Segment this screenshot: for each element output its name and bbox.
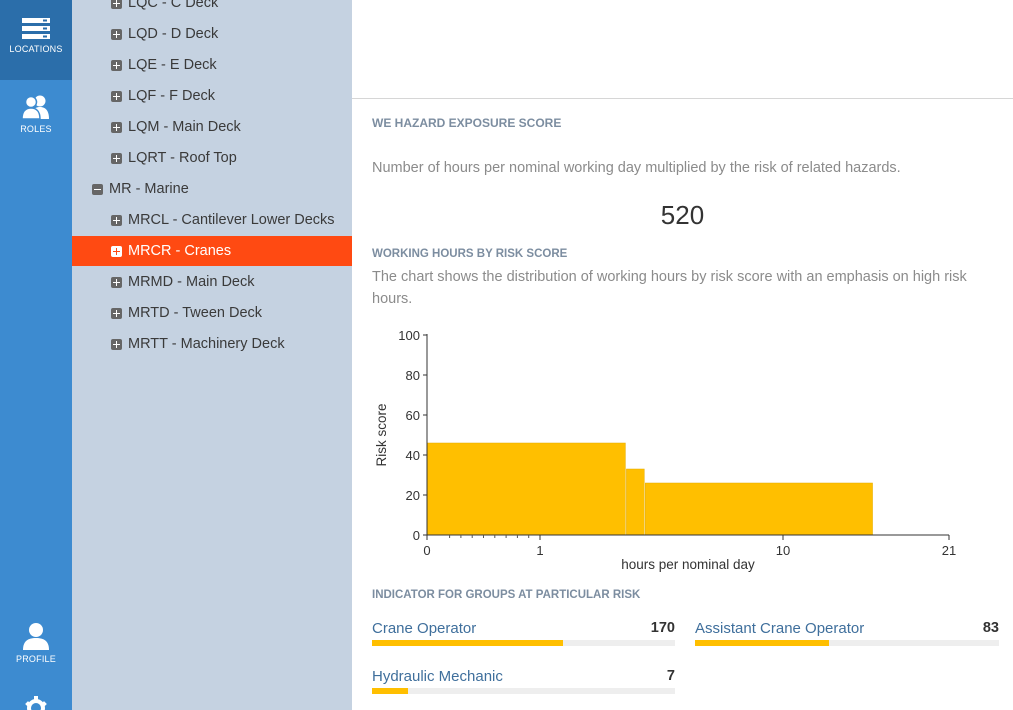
tree-item[interactable]: LQM - Main Deck <box>72 112 352 142</box>
x-tick-label: 10 <box>776 543 790 558</box>
gear-icon <box>25 696 47 710</box>
risk-group-bar <box>372 640 675 646</box>
risk-group-name[interactable]: Assistant Crane Operator <box>695 620 864 637</box>
risk-group-assistant-crane-operator[interactable]: Assistant Crane Operator 83 <box>695 620 999 650</box>
nav-roles-label: ROLES <box>20 124 52 134</box>
risk-group-value: 83 <box>982 620 999 636</box>
risk-group-name[interactable]: Crane Operator <box>372 620 476 637</box>
tree-item[interactable]: LQD - D Deck <box>72 19 352 49</box>
expand-icon[interactable] <box>111 28 122 40</box>
users-icon <box>21 95 49 120</box>
tree-item-label: MRCR - Cranes <box>128 243 232 259</box>
tree-item-label: LQRT - Roof Top <box>128 150 237 166</box>
indicator-title: INDICATOR FOR GROUPS AT PARTICULAR RISK <box>372 589 641 601</box>
tree-item[interactable]: MR - Marine <box>72 174 352 204</box>
risk-group-name[interactable]: Hydraulic Mechanic <box>372 668 503 685</box>
tree-item[interactable]: LQRT - Roof Top <box>72 143 352 173</box>
expand-icon[interactable] <box>111 245 122 257</box>
expand-icon[interactable] <box>111 121 122 133</box>
risk-group-bar-fill <box>372 640 563 646</box>
tree-item[interactable]: LQF - F Deck <box>72 81 352 111</box>
x-axis-label: hours per nominal day <box>621 557 755 572</box>
expand-icon[interactable] <box>111 90 122 102</box>
risk-group-hydraulic-mechanic[interactable]: Hydraulic Mechanic 7 <box>372 668 675 698</box>
expand-icon[interactable] <box>111 214 122 226</box>
server-stack-icon <box>22 18 50 39</box>
header-divider <box>352 98 1013 99</box>
risk-group-crane-operator[interactable]: Crane Operator 170 <box>372 620 675 650</box>
tree-item-label: MRMD - Main Deck <box>128 274 255 290</box>
tree-item[interactable]: MRCL - Cantilever Lower Decks <box>72 205 352 235</box>
risk-chart: 0 20 40 60 80 100 0 1 10 21 hours per nominal day R… <box>374 328 956 572</box>
nav-locations[interactable]: LOCATIONS <box>0 0 72 80</box>
y-tick-label: 0 <box>413 528 420 543</box>
nav-roles[interactable]: ROLES <box>0 94 72 144</box>
nav-profile-label: PROFILE <box>16 654 56 664</box>
x-tick-label: 0 <box>423 543 430 558</box>
risk-group-bar-fill <box>372 688 409 694</box>
tree-item-label: LQM - Main Deck <box>128 119 241 135</box>
tree-item-label: MR - Marine <box>109 181 189 197</box>
exposure-description: Number of hours per nominal working day … <box>372 160 901 176</box>
x-tick-label: 21 <box>942 543 956 558</box>
tree-item[interactable]: LQC - C Deck <box>72 0 352 18</box>
tree-item-label: LQC - C Deck <box>128 0 219 11</box>
expand-icon[interactable] <box>111 59 122 71</box>
y-tick-label: 20 <box>406 488 420 503</box>
chart-bar <box>645 482 873 536</box>
expand-icon[interactable] <box>111 307 122 319</box>
tree-item[interactable]: MRCR - Cranes <box>72 236 352 266</box>
tree-item[interactable]: MRMD - Main Deck <box>72 267 352 297</box>
tree-item[interactable]: MRTT - Machinery Deck <box>72 329 352 359</box>
risk-group-bar-fill <box>695 640 829 646</box>
main-content: WE HAZARD EXPOSURE SCORE Number of hours… <box>352 0 1013 710</box>
y-tick-label: 100 <box>398 328 420 343</box>
expand-icon[interactable] <box>111 152 122 164</box>
working-hours-description: The chart shows the distribution of work… <box>372 269 967 307</box>
expand-icon[interactable] <box>111 276 122 288</box>
tree-item-label: MRCL - Cantilever Lower Decks <box>128 212 335 228</box>
y-tick-label: 40 <box>406 448 420 463</box>
nav-rail: LOCATIONS ROLES PROFILE <box>0 0 72 710</box>
user-icon <box>23 623 49 650</box>
exposure-score: 520 <box>660 200 705 230</box>
risk-group-bar <box>372 688 675 694</box>
y-axis-label: Risk score <box>374 403 389 466</box>
risk-group-value: 7 <box>666 668 675 684</box>
expand-icon[interactable] <box>111 338 122 350</box>
exposure-title: WE HAZARD EXPOSURE SCORE <box>372 116 562 130</box>
expand-icon[interactable] <box>111 0 122 9</box>
y-tick-label: 80 <box>406 368 420 383</box>
chart-bar <box>426 442 626 536</box>
tree-item[interactable]: LQE - E Deck <box>72 50 352 80</box>
tree-item-label: MRTT - Machinery Deck <box>128 336 285 352</box>
tree-item-label: LQE - E Deck <box>128 57 217 73</box>
tree-item-label: LQD - D Deck <box>128 26 219 42</box>
y-tick-label: 60 <box>406 408 420 423</box>
collapse-icon[interactable] <box>92 183 103 195</box>
working-hours-title: WORKING HOURS BY RISK SCORE <box>372 248 568 260</box>
x-tick-label: 1 <box>536 543 543 558</box>
nav-settings[interactable] <box>0 696 72 710</box>
nav-locations-label: LOCATIONS <box>9 44 63 54</box>
nav-profile[interactable]: PROFILE <box>0 622 72 672</box>
location-tree: LQC - C Deck LQD - D Deck LQE - E Deck LQF … <box>72 0 352 710</box>
chart-bar <box>626 468 645 536</box>
tree-item-label: LQF - F Deck <box>128 88 216 104</box>
tree-item-label: MRTD - Tween Deck <box>128 305 263 321</box>
tree-item[interactable]: MRTD - Tween Deck <box>72 298 352 328</box>
risk-group-bar <box>695 640 999 646</box>
risk-group-value: 170 <box>650 620 675 636</box>
